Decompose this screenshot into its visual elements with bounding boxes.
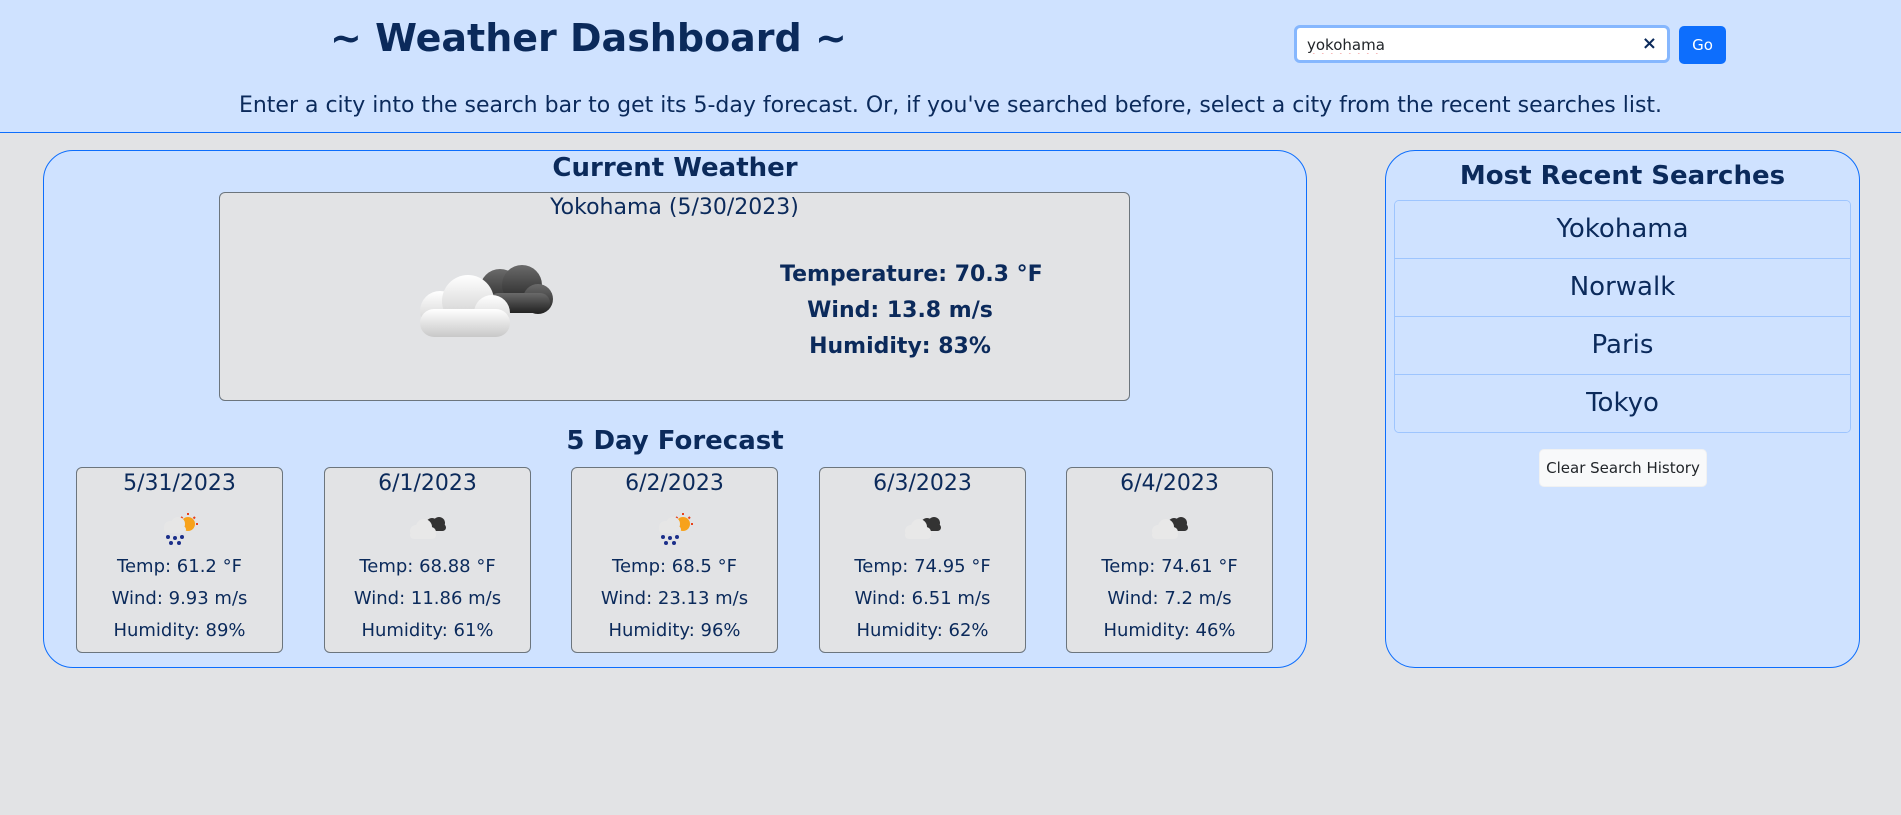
forecast-card: 6/3/2023 Temp: 74.95 °F Wind: 6.51 m/s H… [819,467,1026,653]
recent-search-item[interactable]: Norwalk [1395,259,1850,317]
recent-searches-list: Yokohama Norwalk Paris Tokyo [1394,200,1851,433]
forecast-date: 6/3/2023 [873,471,972,496]
recent-search-item[interactable]: Paris [1395,317,1850,375]
forecast-wind: Wind: 9.93 m/s [111,588,248,609]
forecast-card: 6/4/2023 Temp: 74.61 °F Wind: 7.2 m/s Hu… [1066,467,1273,653]
forecast-temp: Temp: 74.95 °F [854,556,991,577]
page-header: ~ Weather Dashboard ~ × Go Enter a city … [0,0,1901,133]
page-title: ~ Weather Dashboard ~ [330,16,847,60]
forecast-heading: 5 Day Forecast [566,426,784,456]
forecast-wind: Wind: 23.13 m/s [600,588,749,609]
forecast-date: 6/1/2023 [378,471,477,496]
recent-searches-heading: Most Recent Searches [1459,161,1786,191]
forecast-card: 6/1/2023 Temp: 68.88 °F Wind: 11.86 m/s … [324,467,531,653]
forecast-wind: Wind: 7.2 m/s [1107,588,1232,609]
search-input[interactable] [1305,32,1629,58]
current-weather-panel: Current Weather Yokohama (5/30/2023) Tem… [43,150,1307,668]
cloud-icon [1152,517,1188,539]
go-button[interactable]: Go [1679,26,1726,64]
forecast-temp: Temp: 61.2 °F [117,556,242,577]
forecast-temp: Temp: 68.5 °F [612,556,737,577]
forecast-wind: Wind: 6.51 m/s [854,588,991,609]
forecast-card: 6/2/2023 Temp: 68.5 °F Wind: 23.13 m/s H… [571,467,778,653]
cloud-icon [410,517,446,539]
page-instructions: Enter a city into the search bar to get … [238,93,1663,118]
recent-search-item[interactable]: Yokohama [1395,201,1850,259]
recent-searches-panel: Most Recent Searches Yokohama Norwalk Pa… [1385,150,1860,668]
clear-search-history-button[interactable]: Clear Search History [1539,449,1707,487]
forecast-temp: Temp: 68.88 °F [359,556,496,577]
broken-clouds-icon [420,265,553,337]
current-temperature: Temperature: 70.3 °F [780,262,1043,287]
forecast-date: 6/2/2023 [625,471,724,496]
current-stats: Temperature: 70.3 °F Wind: 13.8 m/s Humi… [780,257,1043,365]
current-weather-card: Yokohama (5/30/2023) Temperature: 70.3 °… [219,192,1130,401]
forecast-humidity: Humidity: 89% [113,620,246,641]
forecast-card: 5/31/2023 Temp: 61.2 °F Wind: 9.93 m/s H… [76,467,283,653]
rain-sun-icon [164,513,198,545]
recent-search-item[interactable]: Tokyo [1395,375,1850,432]
rain-sun-icon [659,513,693,545]
forecast-date: 6/4/2023 [1120,471,1219,496]
current-city-date: Yokohama (5/30/2023) [550,195,799,220]
cloud-icon [905,517,941,539]
forecast-humidity: Humidity: 61% [361,620,494,641]
search-box[interactable]: × [1294,25,1670,63]
forecast-temp: Temp: 74.61 °F [1101,556,1238,577]
forecast-wind: Wind: 11.86 m/s [353,588,502,609]
current-humidity: Humidity: 83% [809,334,991,359]
clear-input-icon[interactable]: × [1642,33,1657,54]
forecast-humidity: Humidity: 46% [1103,620,1236,641]
current-weather-heading: Current Weather [552,153,798,183]
forecast-humidity: Humidity: 62% [856,620,989,641]
current-wind: Wind: 13.8 m/s [807,298,993,323]
forecast-date: 5/31/2023 [123,471,236,496]
forecast-humidity: Humidity: 96% [608,620,741,641]
